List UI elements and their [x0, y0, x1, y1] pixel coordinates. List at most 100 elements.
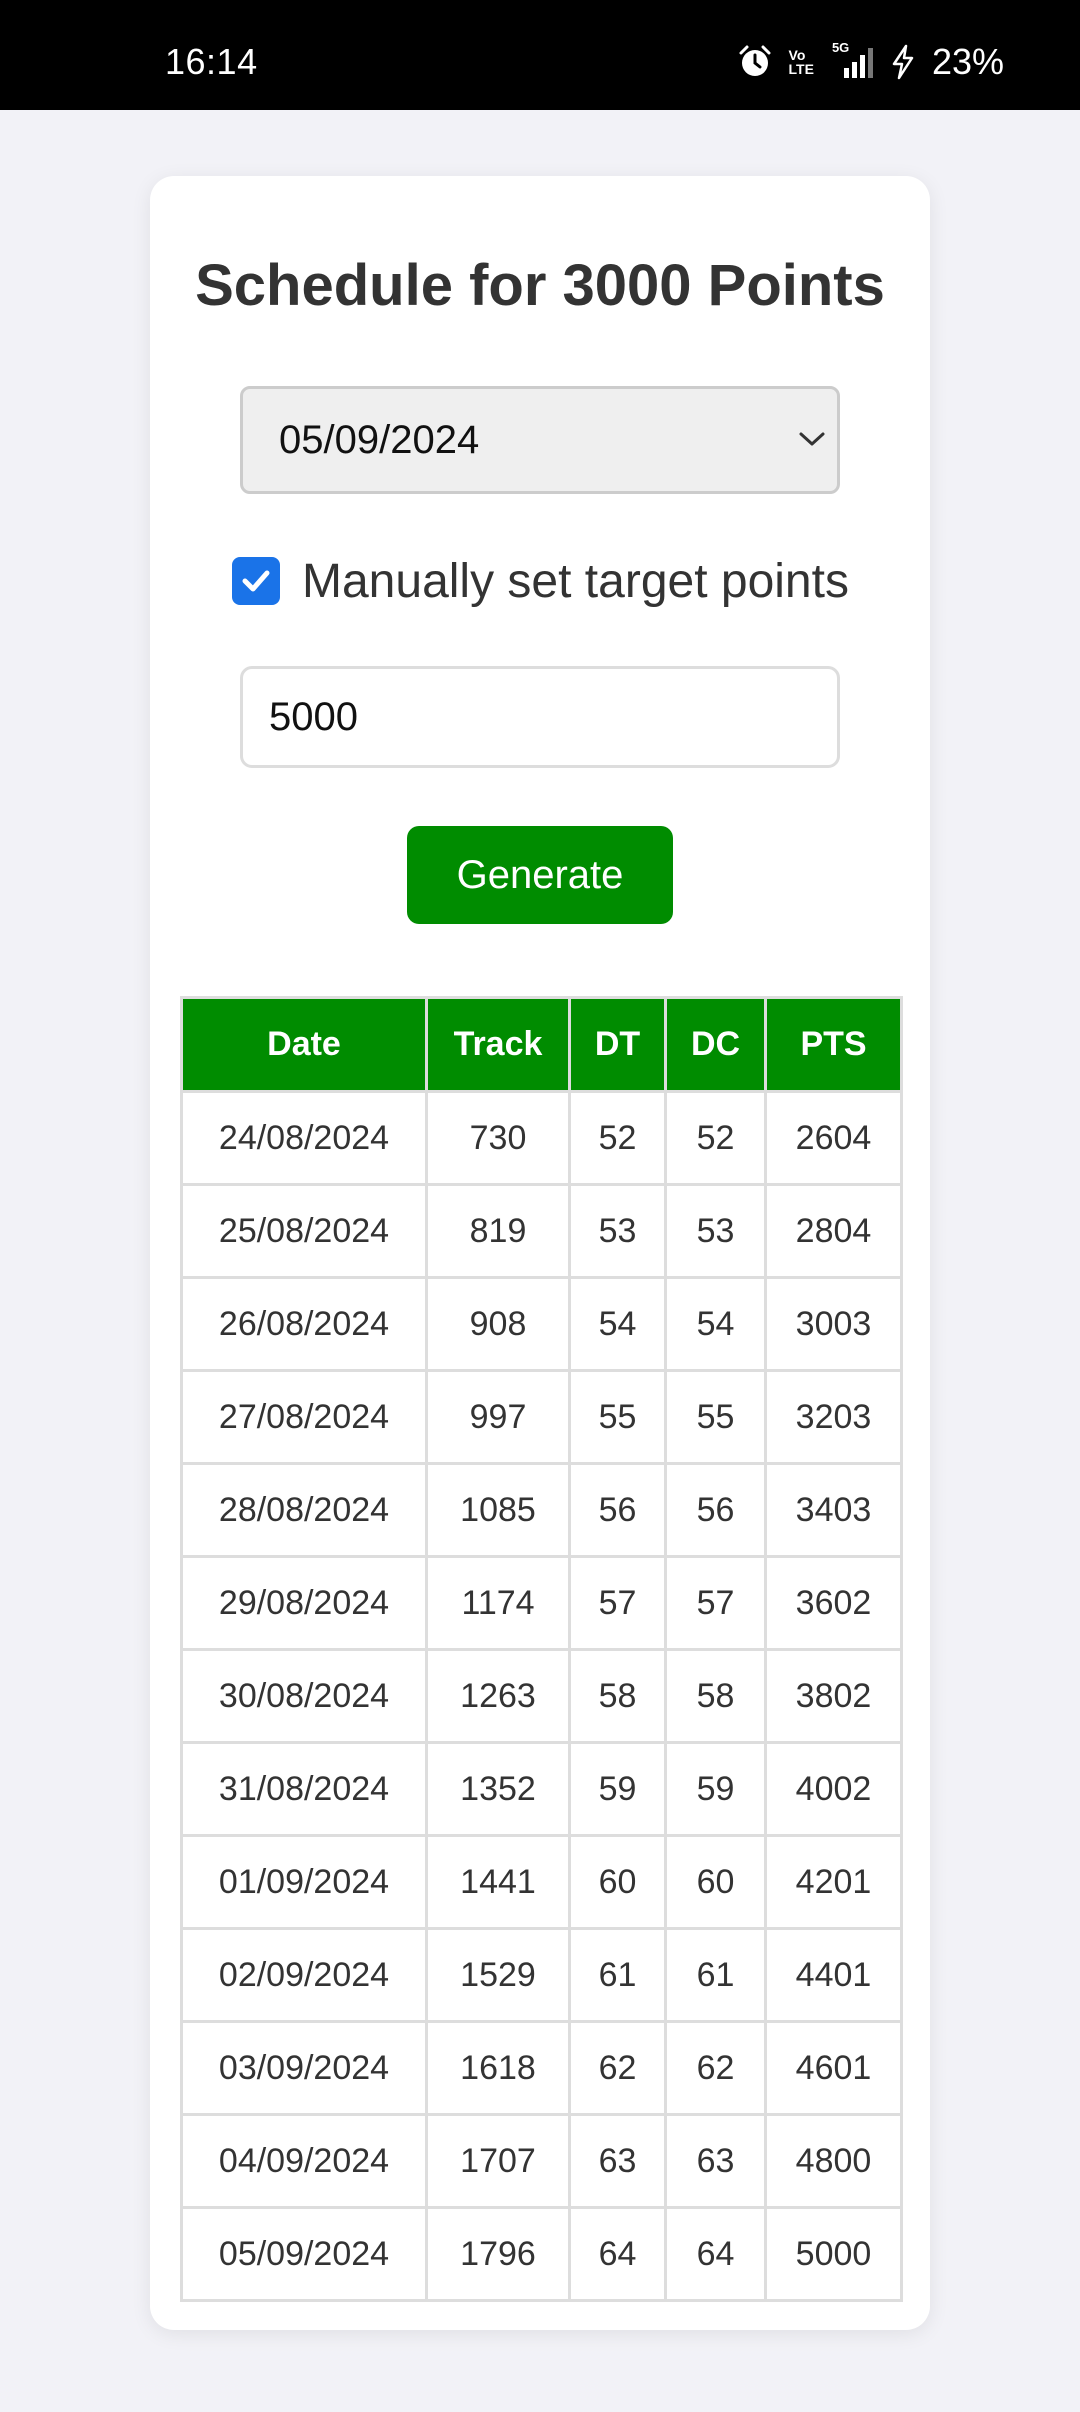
table-row: 31/08/2024 1352 59 59 4002 [180, 1741, 903, 1837]
cell-date: 31/08/2024 [180, 1741, 428, 1837]
cell-pts: 4201 [764, 1834, 903, 1930]
cell-pts: 2604 [764, 1090, 903, 1186]
status-icons: Vo LTE 5G 23% [737, 40, 1004, 82]
cell-dc: 60 [664, 1834, 767, 1930]
cell-dt: 60 [568, 1834, 667, 1930]
charging-icon [890, 44, 916, 80]
header-dc: DC [664, 996, 767, 1093]
cell-dc: 56 [664, 1462, 767, 1558]
status-time: 16:14 [165, 41, 258, 82]
header-pts: PTS [764, 996, 903, 1093]
chevron-down-icon [797, 429, 827, 454]
cell-date: 25/08/2024 [180, 1183, 428, 1279]
signal-icon: 5G [830, 40, 874, 80]
table-row: 26/08/2024 908 54 54 3003 [180, 1276, 903, 1372]
schedule-table: Date Track DT DC PTS 24/08/2024 730 52 52 26… [180, 996, 903, 2302]
table-row: 27/08/2024 997 55 55 3203 [180, 1369, 903, 1465]
checkmark-icon [242, 570, 270, 592]
cell-dc: 59 [664, 1741, 767, 1837]
cell-track: 730 [425, 1090, 571, 1186]
alarm-icon [737, 44, 773, 80]
table-body: 24/08/2024 730 52 52 2604 25/08/2024 819 53 53 28… [180, 1090, 903, 2302]
cell-dc: 62 [664, 2020, 767, 2116]
cell-date: 05/09/2024 [180, 2206, 428, 2302]
cell-pts: 3203 [764, 1369, 903, 1465]
cell-dc: 54 [664, 1276, 767, 1372]
table-header-row: Date Track DT DC PTS [180, 996, 903, 1093]
cell-dt: 61 [568, 1927, 667, 2023]
cell-pts: 3403 [764, 1462, 903, 1558]
battery-percentage: 23% [931, 41, 1004, 82]
cell-pts: 5000 [764, 2206, 903, 2302]
date-select-value: 05/09/2024 [279, 417, 480, 462]
cell-date: 29/08/2024 [180, 1555, 428, 1651]
cell-date: 01/09/2024 [180, 1834, 428, 1930]
table-row: 25/08/2024 819 53 53 2804 [180, 1183, 903, 1279]
cell-dc: 53 [664, 1183, 767, 1279]
manual-target-label[interactable]: Manually set target points [302, 554, 849, 609]
volte-line2: LTE [788, 61, 814, 77]
cell-track: 1796 [425, 2206, 571, 2302]
cell-pts: 4800 [764, 2113, 903, 2209]
cell-date: 27/08/2024 [180, 1369, 428, 1465]
cell-pts: 3802 [764, 1648, 903, 1744]
cell-track: 1529 [425, 1927, 571, 2023]
status-bar: 16:14 Vo LTE 5G 23% [0, 0, 1080, 110]
cell-track: 1618 [425, 2020, 571, 2116]
cell-dc: 58 [664, 1648, 767, 1744]
cell-dc: 61 [664, 1927, 767, 2023]
cell-track: 819 [425, 1183, 571, 1279]
cell-dt: 62 [568, 2020, 667, 2116]
header-dt: DT [568, 996, 667, 1093]
table-row: 03/09/2024 1618 62 62 4601 [180, 2020, 903, 2116]
cell-date: 30/08/2024 [180, 1648, 428, 1744]
cell-dt: 54 [568, 1276, 667, 1372]
table-row: 29/08/2024 1174 57 57 3602 [180, 1555, 903, 1651]
cell-date: 24/08/2024 [180, 1090, 428, 1186]
volte-indicator: Vo LTE [789, 48, 814, 76]
cell-dc: 64 [664, 2206, 767, 2302]
table-row: 05/09/2024 1796 64 64 5000 [180, 2206, 903, 2302]
cell-date: 04/09/2024 [180, 2113, 428, 2209]
cell-pts: 4401 [764, 1927, 903, 2023]
table-row: 04/09/2024 1707 63 63 4800 [180, 2113, 903, 2209]
cell-date: 03/09/2024 [180, 2020, 428, 2116]
cell-track: 1174 [425, 1555, 571, 1651]
cell-pts: 3602 [764, 1555, 903, 1651]
cell-dt: 63 [568, 2113, 667, 2209]
header-track: Track [425, 996, 571, 1093]
table-row: 01/09/2024 1441 60 60 4201 [180, 1834, 903, 1930]
generate-button[interactable]: Generate [407, 826, 673, 924]
cell-date: 02/09/2024 [180, 1927, 428, 2023]
table-row: 28/08/2024 1085 56 56 3403 [180, 1462, 903, 1558]
cell-track: 1085 [425, 1462, 571, 1558]
cell-dt: 64 [568, 2206, 667, 2302]
page-title: Schedule for 3000 Points [195, 253, 885, 318]
cell-dc: 57 [664, 1555, 767, 1651]
table-row: 30/08/2024 1263 58 58 3802 [180, 1648, 903, 1744]
cell-track: 908 [425, 1276, 571, 1372]
cell-dt: 53 [568, 1183, 667, 1279]
cell-dt: 57 [568, 1555, 667, 1651]
cell-dt: 58 [568, 1648, 667, 1744]
date-select[interactable]: 05/09/2024 [240, 386, 840, 494]
volte-line1: Vo [788, 47, 806, 63]
target-points-value: 5000 [269, 694, 358, 739]
target-points-input[interactable]: 5000 [240, 666, 840, 768]
cell-track: 997 [425, 1369, 571, 1465]
cell-track: 1441 [425, 1834, 571, 1930]
cell-date: 28/08/2024 [180, 1462, 428, 1558]
manual-target-checkbox[interactable] [232, 557, 280, 605]
cell-dc: 52 [664, 1090, 767, 1186]
cell-dc: 55 [664, 1369, 767, 1465]
cell-pts: 4601 [764, 2020, 903, 2116]
cell-dt: 56 [568, 1462, 667, 1558]
schedule-card: Schedule for 3000 Points 05/09/2024 Manu… [150, 176, 930, 2330]
table-row: 02/09/2024 1529 61 61 4401 [180, 1927, 903, 2023]
table-row: 24/08/2024 730 52 52 2604 [180, 1090, 903, 1186]
cell-track: 1263 [425, 1648, 571, 1744]
cell-pts: 2804 [764, 1183, 903, 1279]
cell-date: 26/08/2024 [180, 1276, 428, 1372]
manual-target-row: Manually set target points [232, 546, 849, 616]
header-date: Date [180, 996, 428, 1093]
